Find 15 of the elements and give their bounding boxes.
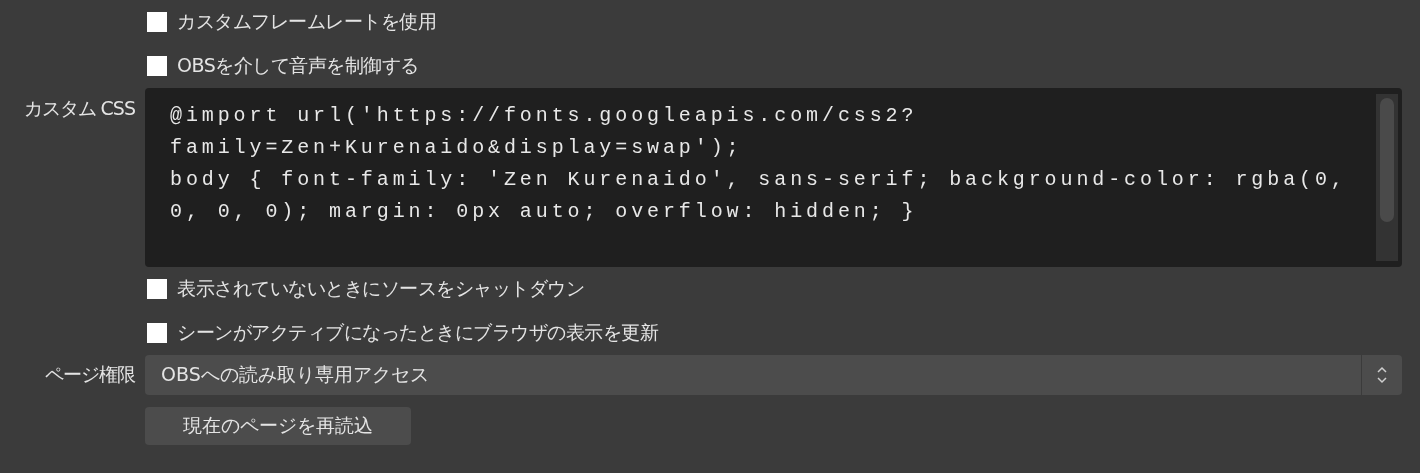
permission-dropdown[interactable]: OBSへの読み取り専用アクセス	[145, 355, 1402, 395]
checkbox-option[interactable]: カスタムフレームレートを使用	[145, 0, 1402, 44]
checkbox[interactable]	[147, 323, 167, 343]
scrollbar[interactable]	[1376, 94, 1398, 261]
checkbox-option[interactable]: シーンがアクティブになったときにブラウザの表示を更新	[145, 311, 1402, 355]
up-down-chevron-icon	[1376, 365, 1388, 385]
field-label: カスタム CSS	[22, 96, 135, 121]
checkbox-option[interactable]: 表示されていないときにソースをシャットダウン	[145, 267, 1402, 311]
checkbox-option[interactable]: OBSを介して音声を制御する	[145, 44, 1402, 88]
css-text-area[interactable]: @import url('https://fonts.googleapis.com/css2? family=Zen+Kurenaido&display=swap'); body { font-family: 'Zen Kurenaido', sans-serif; background-color: rgba(0, 0, 0, 0); margin: 0px auto; overflow: hidden; }	[145, 88, 1402, 267]
checkbox[interactable]	[147, 56, 167, 76]
checkbox[interactable]	[147, 12, 167, 32]
refresh-page-button[interactable]: 現在のページを再読込	[145, 407, 411, 445]
checkbox[interactable]	[147, 279, 167, 299]
field-label: ページ権限	[44, 362, 135, 387]
